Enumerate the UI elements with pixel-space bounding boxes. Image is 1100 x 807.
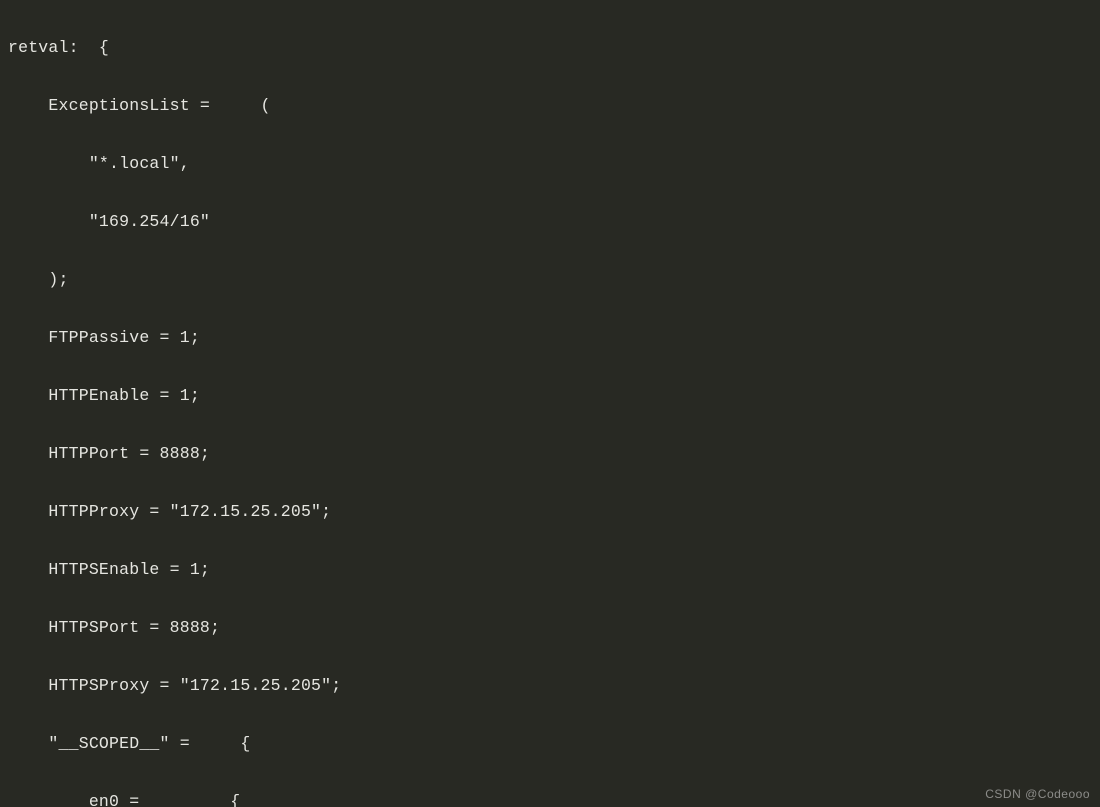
code-line: ExceptionsList = ( — [8, 91, 1094, 120]
code-line: "169.254/16" — [8, 207, 1094, 236]
code-line: HTTPSEnable = 1; — [8, 555, 1094, 584]
code-line: "__SCOPED__" = { — [8, 729, 1094, 758]
code-line: HTTPEnable = 1; — [8, 381, 1094, 410]
code-line: "*.local", — [8, 149, 1094, 178]
code-line: HTTPSPort = 8888; — [8, 613, 1094, 642]
code-line: en0 = { — [8, 787, 1094, 807]
code-line: ); — [8, 265, 1094, 294]
code-line: HTTPProxy = "172.15.25.205"; — [8, 497, 1094, 526]
code-line: retval: { — [8, 33, 1094, 62]
watermark: CSDN @Codeooo — [985, 787, 1090, 801]
code-line: HTTPSProxy = "172.15.25.205"; — [8, 671, 1094, 700]
code-block: retval: { ExceptionsList = ( "*.local", … — [0, 0, 1100, 807]
code-line: FTPPassive = 1; — [8, 323, 1094, 352]
code-line: HTTPPort = 8888; — [8, 439, 1094, 468]
